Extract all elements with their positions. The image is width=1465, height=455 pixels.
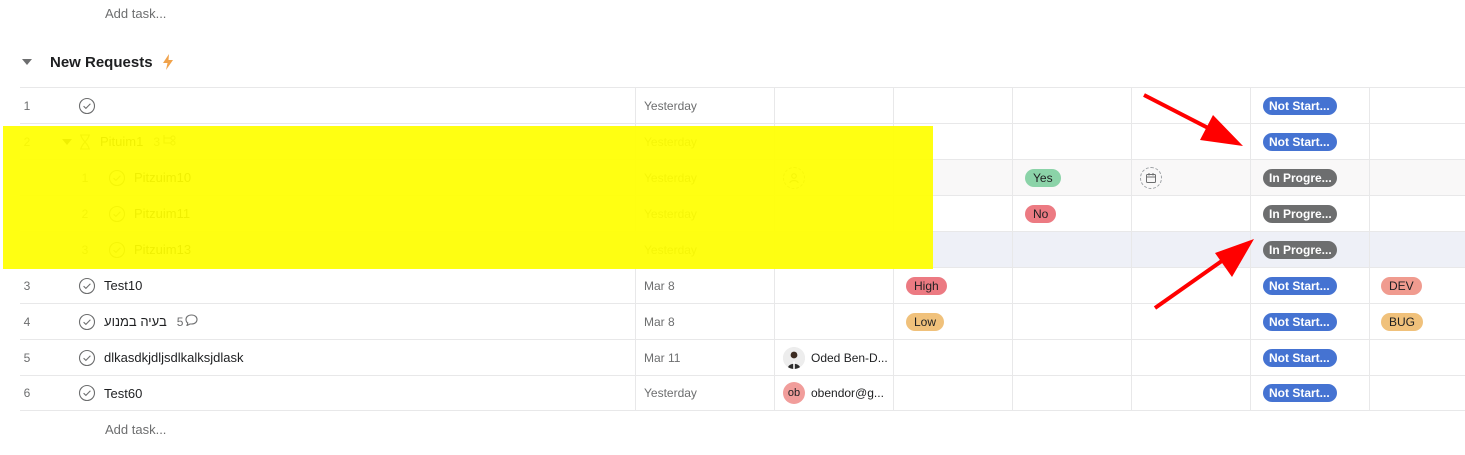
section-header: New Requests: [20, 48, 174, 76]
subtask-row[interactable]: 2 Pitzuim11 Yesterday No In Progre...: [20, 195, 1465, 231]
hourglass-icon[interactable]: [78, 133, 92, 150]
task-cell: בעיה במנוע 5: [78, 304, 199, 339]
comment-count[interactable]: 5: [177, 314, 199, 329]
add-task-bottom[interactable]: Add task...: [105, 422, 166, 437]
status-badge[interactable]: In Progre...: [1263, 168, 1337, 187]
avatar[interactable]: ob: [783, 382, 805, 404]
assignee-name: Oded Ben-D...: [811, 350, 888, 365]
due-date[interactable]: Mar 11: [644, 340, 680, 375]
task-cell: Pitzuim10: [108, 160, 191, 195]
due-date[interactable]: Yesterday: [644, 196, 697, 231]
task-name[interactable]: Test10: [104, 278, 142, 293]
check-circle-icon[interactable]: [78, 349, 96, 367]
row-number: 2: [23, 134, 31, 149]
assignee-name: obendor@g...: [811, 386, 884, 400]
yes-no-badge[interactable]: Yes: [1025, 168, 1061, 187]
row-number: 4: [23, 314, 31, 329]
due-date[interactable]: Yesterday: [644, 160, 697, 195]
priority-badge[interactable]: Low: [906, 312, 945, 331]
subtask-row[interactable]: 1 Pitzuim10 Yesterday Yes In Progre...: [20, 159, 1465, 195]
subtask-row[interactable]: 3 Pitzuim13 Yesterday In Progre...: [20, 231, 1465, 267]
status-badge[interactable]: Not Start...: [1263, 348, 1337, 367]
task-name[interactable]: Pitzuim13: [134, 242, 191, 257]
section-title[interactable]: New Requests: [50, 54, 153, 71]
subtask-count[interactable]: 3: [153, 134, 176, 149]
comment-count-value: 5: [176, 314, 184, 329]
table-row[interactable]: 5 dlkasdkjdljsdlkalksjdlask Mar 11 Oded …: [20, 339, 1465, 375]
table-row[interactable]: 6 Test60 Yesterday ob obendor@g... Not S…: [20, 375, 1465, 411]
due-date[interactable]: Yesterday: [644, 88, 697, 123]
task-cell: dlkasdkjdljsdlkalksjdlask: [78, 340, 243, 375]
row-number: 2: [81, 206, 89, 221]
task-name[interactable]: dlkasdkjdljsdlkalksjdlask: [104, 350, 243, 365]
lightning-icon[interactable]: [162, 54, 174, 70]
task-cell: Pitzuim13: [108, 232, 191, 267]
check-circle-icon[interactable]: [78, 277, 96, 295]
task-cell: Pitzuim11: [108, 196, 190, 231]
row-number: 5: [23, 350, 31, 365]
check-circle-icon[interactable]: [78, 313, 96, 331]
tag-badge[interactable]: DEV: [1381, 276, 1422, 295]
yes-no-badge[interactable]: No: [1025, 204, 1057, 223]
status-badge[interactable]: Not Start...: [1263, 384, 1337, 402]
status-badge[interactable]: Not Start...: [1263, 132, 1337, 151]
priority-badge[interactable]: High: [906, 276, 947, 295]
status-badge[interactable]: Not Start...: [1263, 312, 1337, 331]
task-cell: Test10: [78, 268, 142, 303]
due-date[interactable]: Yesterday: [644, 232, 697, 267]
task-name[interactable]: Test60: [104, 386, 142, 401]
task-name[interactable]: Pitzuim11: [134, 206, 190, 221]
avatar[interactable]: [783, 346, 805, 369]
table-row[interactable]: 2 Pituim1 3 Yesterday Not Start...: [20, 123, 1465, 159]
table-row[interactable]: 4 בעיה במנוע 5 Mar 8 Low Not Start... BU…: [20, 303, 1465, 339]
task-cell: [78, 88, 104, 123]
row-number: 3: [81, 242, 89, 257]
row-number: 3: [23, 278, 31, 293]
row-number: 1: [81, 170, 89, 185]
status-badge[interactable]: In Progre...: [1263, 240, 1337, 259]
comment-icon: [185, 314, 199, 329]
assignee-placeholder-icon[interactable]: [783, 166, 805, 189]
table-row[interactable]: 3 Test10 Mar 8 High Not Start... DEV: [20, 267, 1465, 303]
tag-badge[interactable]: BUG: [1381, 312, 1424, 331]
task-cell: Test60: [78, 376, 142, 410]
caret-down-icon[interactable]: [20, 55, 34, 69]
subtasks-icon: [162, 134, 176, 149]
task-name[interactable]: Pitzuim10: [134, 170, 191, 185]
due-date[interactable]: Mar 8: [644, 268, 675, 303]
table-row[interactable]: 1 Yesterday Not Start...: [20, 87, 1465, 123]
task-name[interactable]: Pituim1: [100, 134, 143, 149]
status-badge[interactable]: Not Start...: [1263, 276, 1337, 295]
check-circle-icon[interactable]: [108, 169, 126, 187]
due-date[interactable]: Yesterday: [644, 124, 697, 159]
caret-down-icon[interactable]: [60, 135, 74, 149]
task-name[interactable]: בעיה במנוע: [104, 314, 167, 329]
subtask-count-value: 3: [153, 134, 161, 149]
assignee-cell[interactable]: Oded Ben-D...: [783, 340, 888, 375]
calendar-icon[interactable]: [1140, 166, 1162, 189]
status-badge[interactable]: In Progre...: [1263, 204, 1337, 223]
add-task-top[interactable]: Add task...: [105, 6, 166, 21]
due-date[interactable]: Yesterday: [644, 376, 697, 410]
task-table: 1 Yesterday Not Start... 2 Pituim1 3 Yes…: [20, 87, 1465, 411]
row-number: 6: [23, 386, 31, 400]
row-number: 1: [23, 98, 31, 113]
check-circle-icon[interactable]: [78, 97, 96, 115]
task-cell: Pituim1 3: [60, 124, 176, 159]
assignee-cell[interactable]: ob obendor@g...: [783, 376, 884, 410]
check-circle-icon[interactable]: [108, 241, 126, 259]
due-date[interactable]: Mar 8: [644, 304, 675, 339]
check-circle-icon[interactable]: [78, 384, 96, 402]
status-badge[interactable]: Not Start...: [1263, 96, 1337, 115]
check-circle-icon[interactable]: [108, 205, 126, 223]
